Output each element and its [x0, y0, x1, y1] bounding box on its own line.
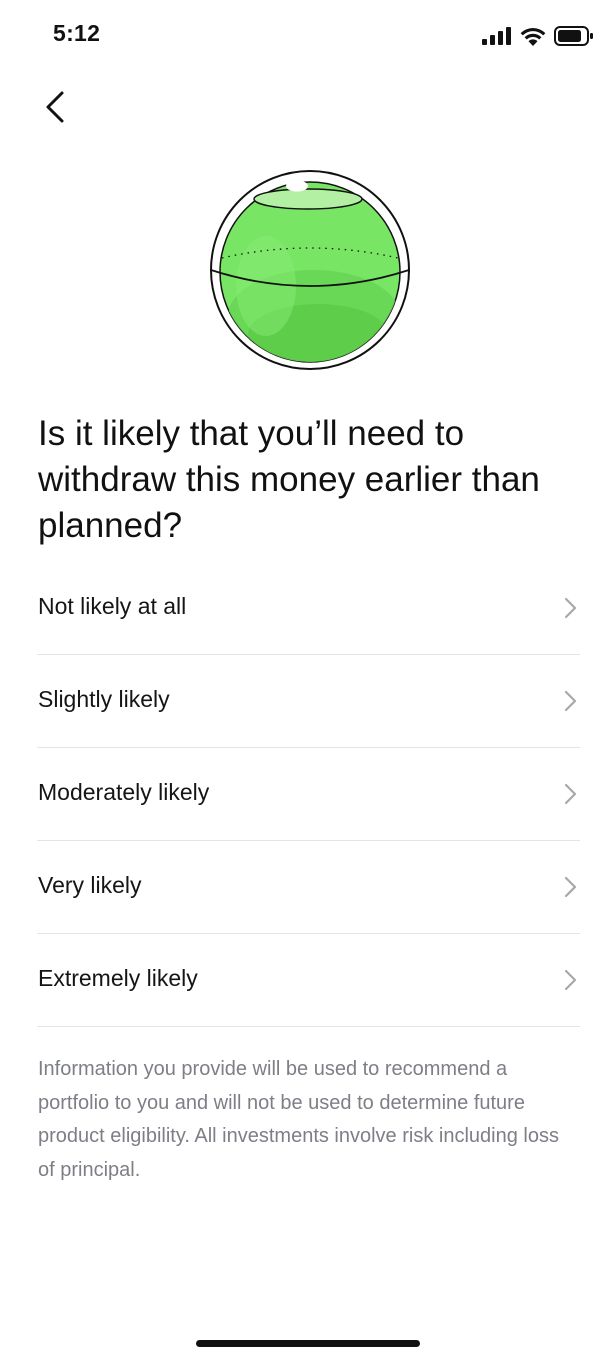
- option-label: Slightly likely: [38, 686, 170, 712]
- disclaimer-text: Information you provide will be used to …: [38, 1058, 559, 1181]
- battery-icon: [554, 26, 593, 46]
- wifi-icon: [520, 27, 546, 46]
- option-slightly-likely[interactable]: Slightly likely: [37, 655, 580, 748]
- chevron-right-icon: [564, 969, 577, 991]
- option-label: Extremely likely: [38, 965, 198, 991]
- option-extremely-likely[interactable]: Extremely likely: [37, 934, 580, 1027]
- back-button[interactable]: [36, 84, 80, 128]
- option-label: Not likely at all: [38, 593, 187, 619]
- chevron-left-icon: [46, 91, 64, 123]
- option-very-likely[interactable]: Very likely: [37, 841, 580, 934]
- option-moderately-likely[interactable]: Moderately likely: [37, 748, 580, 841]
- chevron-right-icon: [564, 876, 577, 898]
- sphere-illustration: [206, 166, 414, 374]
- option-label: Very likely: [38, 872, 142, 898]
- home-indicator: [196, 1340, 420, 1347]
- status-icons: [482, 24, 594, 48]
- chevron-right-icon: [564, 597, 577, 619]
- chevron-right-icon: [564, 783, 577, 805]
- green-sphere-illustration: [210, 170, 410, 370]
- option-not-likely-at-all[interactable]: Not likely at all: [37, 562, 580, 655]
- options-list: Not likely at all Slightly likely Modera…: [37, 562, 580, 1027]
- option-label: Moderately likely: [38, 779, 210, 805]
- signal-icon: [482, 27, 511, 45]
- chevron-right-icon: [564, 690, 577, 712]
- status-time: 5:12: [53, 20, 101, 46]
- status-bar: 5:12: [0, 0, 616, 70]
- question-title: Is it likely that you’ll need to withdra…: [38, 414, 540, 545]
